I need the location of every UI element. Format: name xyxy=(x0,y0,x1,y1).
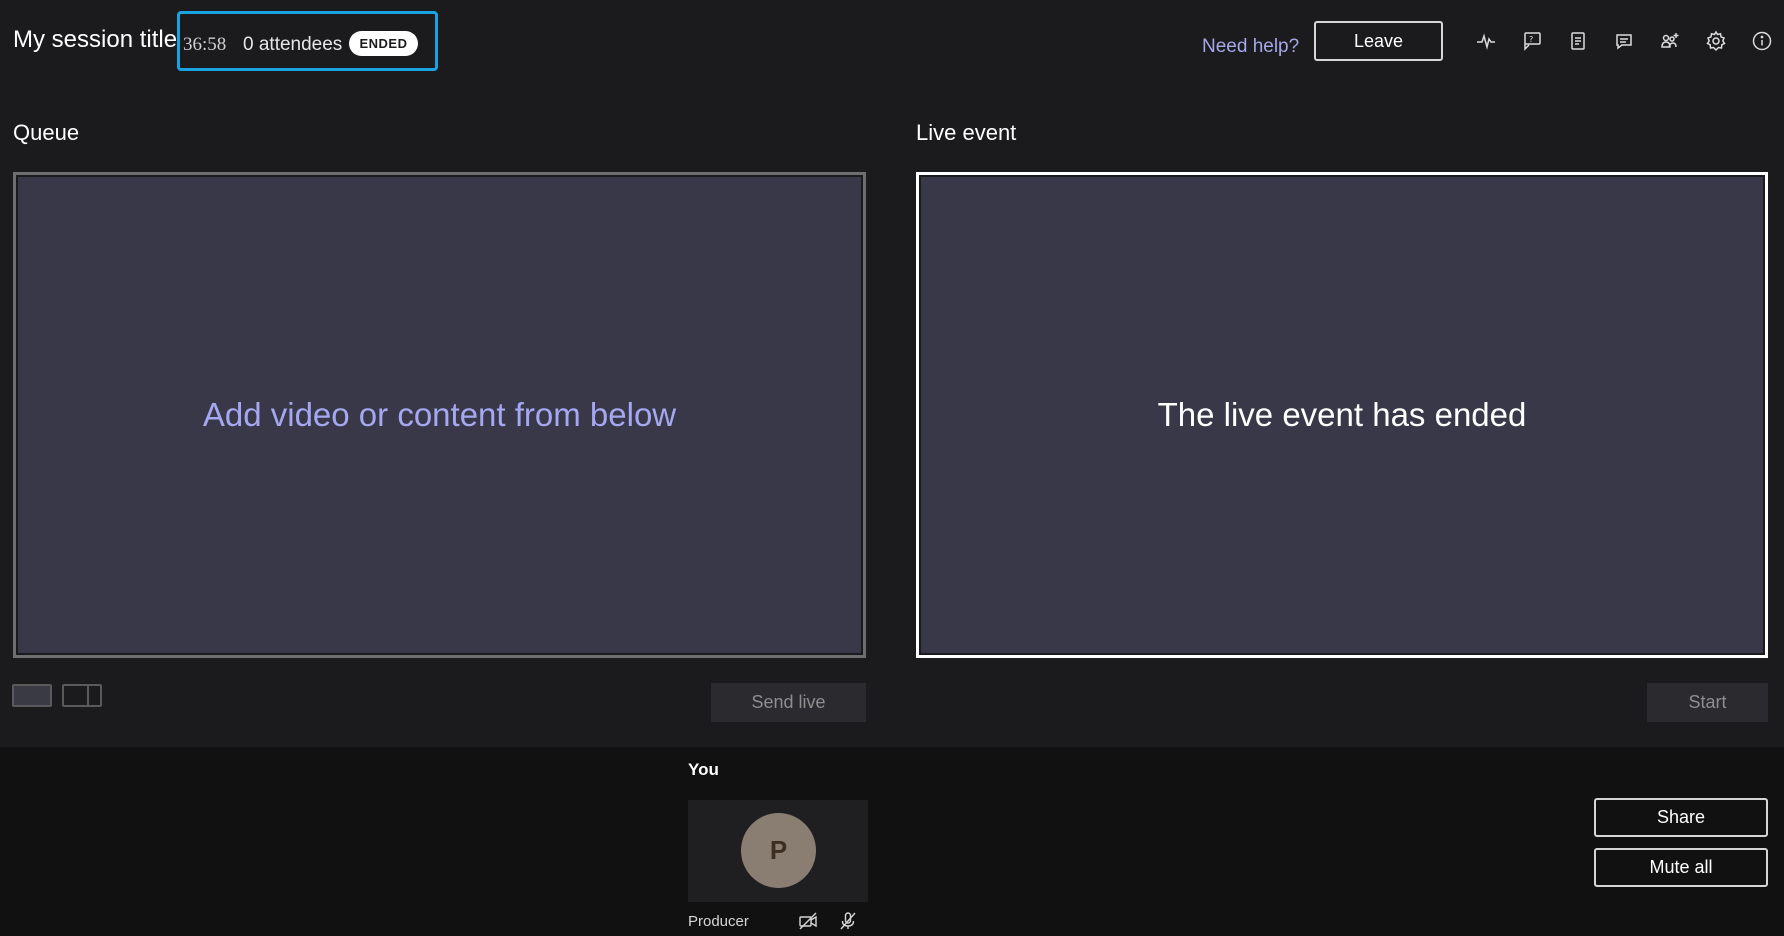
split-layout-button[interactable] xyxy=(62,684,102,707)
settings-icon[interactable] xyxy=(1703,28,1729,54)
camera-off-icon[interactable] xyxy=(797,910,819,932)
mic-off-icon[interactable] xyxy=(837,910,859,932)
avatar: P xyxy=(741,813,816,888)
session-timer: 36:58 xyxy=(183,34,227,55)
info-icon[interactable] xyxy=(1749,28,1775,54)
send-live-button[interactable]: Send live xyxy=(711,683,866,722)
chat-icon[interactable] xyxy=(1611,28,1637,54)
svg-text:?: ? xyxy=(1529,35,1533,44)
you-heading: You xyxy=(688,760,719,779)
attendee-count: 0 attendees xyxy=(243,34,343,55)
live-event-preview: The live event has ended xyxy=(916,172,1768,658)
live-event-status-message: The live event has ended xyxy=(1157,396,1527,433)
share-button[interactable]: Share xyxy=(1594,798,1768,837)
single-layout-button[interactable] xyxy=(12,684,52,707)
queue-preview[interactable]: Add video or content from below xyxy=(13,172,866,658)
start-button[interactable]: Start xyxy=(1647,683,1768,722)
participant-name: Producer xyxy=(688,913,749,930)
queue-heading: Queue xyxy=(13,120,80,145)
meeting-notes-icon[interactable] xyxy=(1565,28,1591,54)
invite-people-icon[interactable] xyxy=(1657,28,1683,54)
leave-button[interactable]: Leave xyxy=(1314,21,1443,61)
queue-empty-message: Add video or content from below xyxy=(202,396,677,433)
top-bar: My session title 36:58 0 attendees ENDED… xyxy=(0,0,1784,90)
participants-tray xyxy=(0,747,1784,936)
session-title: My session title xyxy=(13,26,178,53)
health-icon[interactable] xyxy=(1473,28,1499,54)
need-help-link[interactable]: Need help? xyxy=(1202,36,1299,58)
live-event-heading: Live event xyxy=(916,120,1017,145)
mute-all-button[interactable]: Mute all xyxy=(1594,848,1768,887)
status-badge: ENDED xyxy=(349,31,418,56)
qa-icon[interactable]: ? xyxy=(1519,28,1545,54)
